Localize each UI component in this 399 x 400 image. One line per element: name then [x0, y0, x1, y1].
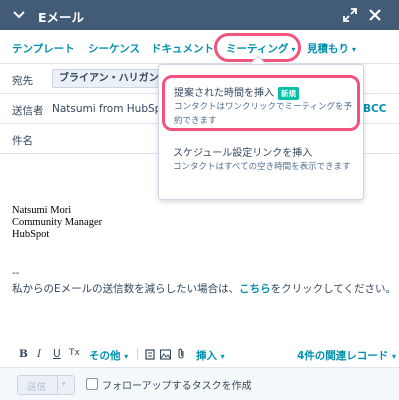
signature-separator: --	[12, 267, 20, 279]
from-label: 送信者	[12, 105, 44, 117]
insert-scheduling-link-description: コンタクトはすべての空き時間を表示できます	[173, 162, 351, 172]
email-toolbar: テンプレート シーケンス ドキュメント ミーティング ▾ 見積もり ▾	[0, 30, 399, 64]
divider	[57, 376, 58, 394]
format-toolbar: B I U Tx その他 ▾ 挿入 ▾ 4件の関連レコード ▾	[0, 340, 399, 368]
insert-suggested-times-item[interactable]: 提案された時間を挿入 新規	[174, 84, 299, 100]
caret-down-icon: ▾	[391, 352, 396, 361]
bold-button[interactable]: B	[19, 348, 28, 360]
to-label: 宛先	[12, 75, 33, 87]
send-label: 送信	[27, 382, 47, 393]
signature-line: Natsumi Mori	[12, 205, 72, 216]
records-label: 4件の関連レコード	[297, 350, 389, 362]
bcc-button[interactable]: BCC	[363, 103, 386, 115]
templates-button[interactable]: テンプレート	[12, 41, 75, 56]
snippet-icon[interactable]	[145, 349, 155, 360]
send-button[interactable]: 送信 ▾	[17, 375, 75, 395]
optout-text: 私からのEメールの送信数を減らしたい場合は、こちらをクリックしてください。	[12, 281, 396, 296]
window-title: Eメール	[38, 10, 85, 25]
email-titlebar: Eメール	[0, 0, 399, 30]
associated-records-dropdown[interactable]: 4件の関連レコード ▾	[297, 348, 396, 363]
more-label: その他	[89, 350, 121, 362]
clear-format-button[interactable]: Tx	[69, 348, 80, 358]
optout-suffix: をクリックしてください。	[270, 283, 397, 295]
image-icon[interactable]	[160, 349, 171, 360]
close-icon[interactable]	[368, 8, 382, 22]
underline-button[interactable]: U	[53, 348, 61, 360]
email-footer: 送信 ▾ フォローアップするタスクを作成	[0, 368, 399, 400]
optout-link[interactable]: こちら	[239, 283, 271, 295]
italic-button[interactable]: I	[37, 348, 41, 360]
insert-scheduling-link-item[interactable]: スケジュール設定リンクを挿入	[173, 144, 312, 159]
caret-down-icon: ▾	[124, 352, 129, 361]
sender-select[interactable]: Natsumi from HubSpot (n	[52, 103, 160, 115]
insert-label: 挿入	[196, 350, 217, 362]
send-options-caret-icon[interactable]: ▾	[62, 380, 66, 388]
attachment-icon[interactable]	[176, 348, 186, 360]
insert-suggested-times-description: コンタクトはワンクリックでミーティングを予約できます	[174, 102, 352, 126]
caret-down-icon: ▾	[352, 45, 357, 54]
new-badge: 新規	[278, 86, 299, 100]
followup-task-checkbox[interactable]	[86, 378, 98, 390]
sequences-button[interactable]: シーケンス	[88, 41, 140, 56]
expand-icon[interactable]	[343, 8, 357, 22]
caret-down-icon: ▾	[220, 352, 225, 361]
quotes-dropdown[interactable]: 見積もり ▾	[307, 41, 356, 56]
more-format-dropdown[interactable]: その他 ▾	[89, 348, 128, 363]
followup-task-label[interactable]: フォローアップするタスクを作成	[102, 377, 252, 392]
quotes-label: 見積もり	[307, 43, 349, 55]
signature-line: Community Manager	[12, 217, 103, 228]
documents-button[interactable]: ドキュメント	[151, 41, 214, 56]
divider	[137, 348, 138, 360]
chevron-down-icon[interactable]	[12, 7, 26, 21]
insert-suggested-times-label: 提案された時間を挿入	[174, 88, 274, 99]
recipient-name: ブライアン・ハリガン	[59, 73, 159, 84]
insert-dropdown[interactable]: 挿入 ▾	[196, 348, 225, 363]
subject-label: 件名	[12, 135, 33, 147]
optout-prefix: 私からのEメールの送信数を減らしたい場合は、	[12, 283, 240, 295]
signature: Natsumi Mori Community Manager HubSpot	[12, 205, 102, 241]
signature-line: HubSpot	[12, 229, 50, 240]
